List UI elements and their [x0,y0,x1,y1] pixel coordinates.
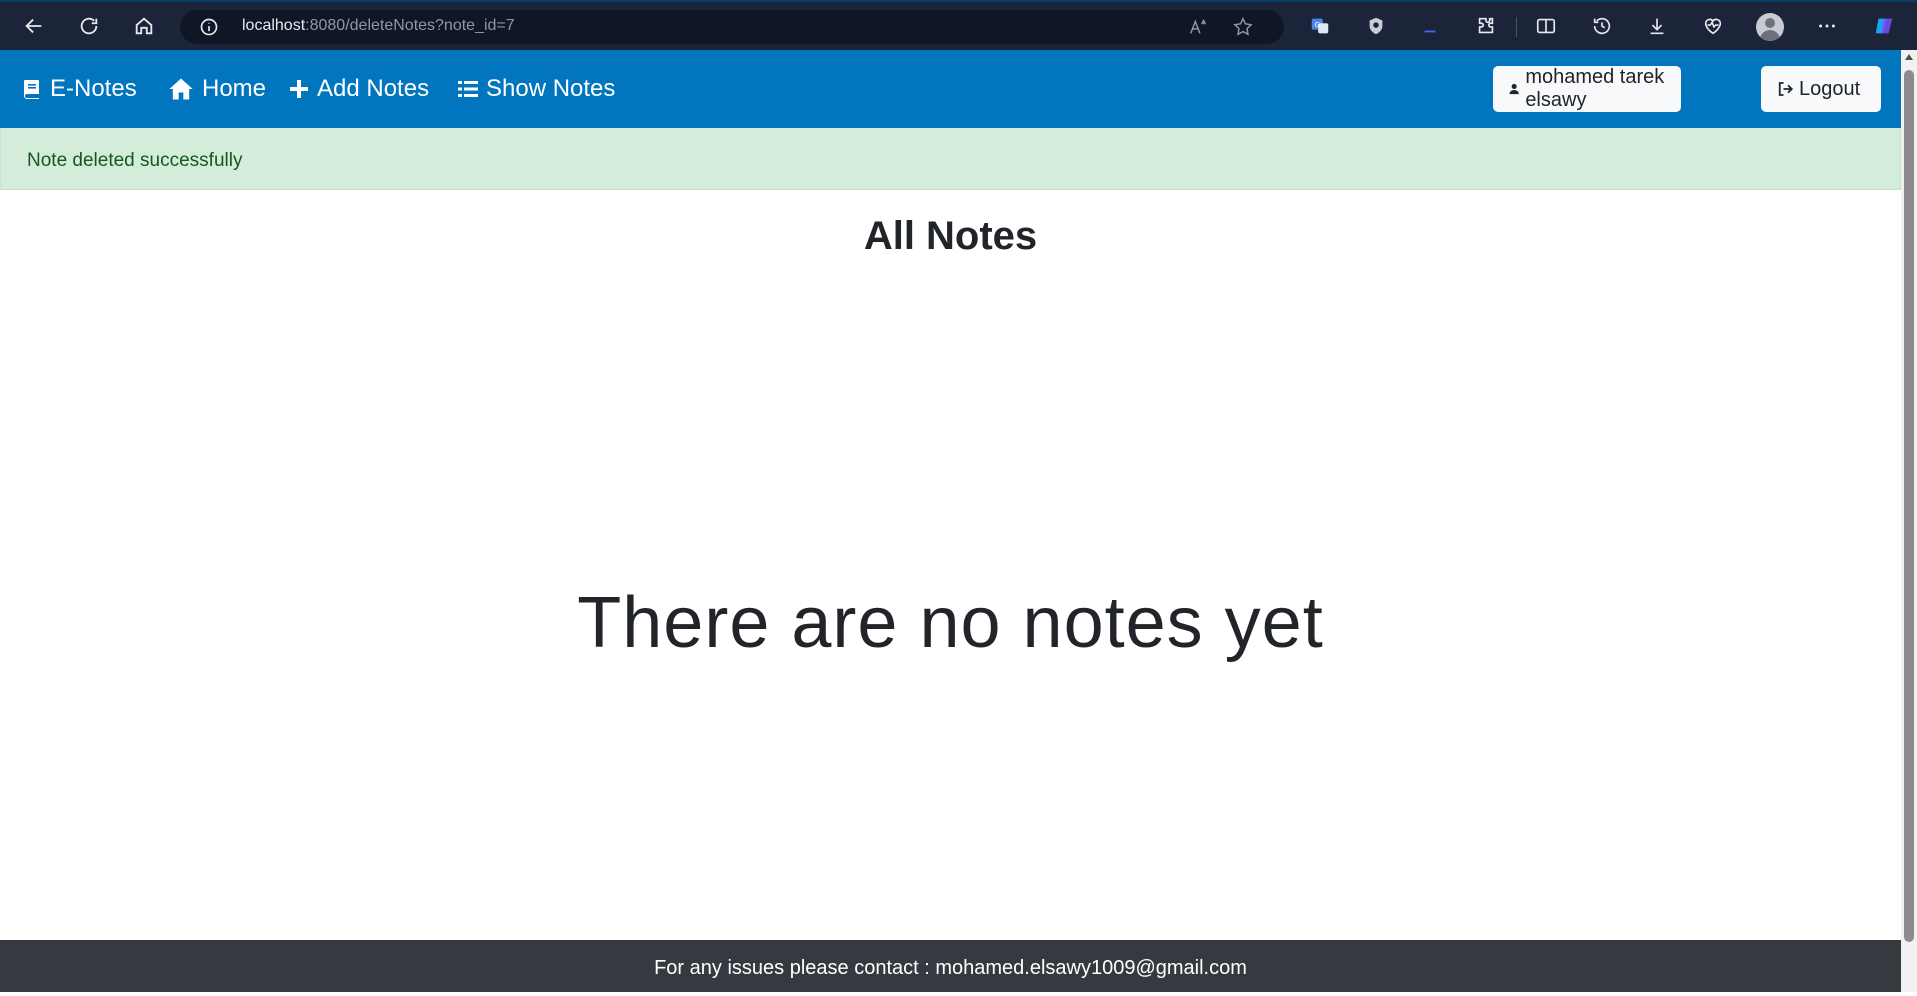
extensions-icon[interactable] [1470,10,1502,42]
page-scrollbar[interactable] [1901,50,1917,992]
site-info-icon[interactable] [199,17,219,37]
profile-avatar-icon[interactable] [1756,13,1784,41]
user-icon [1509,83,1519,95]
url-text[interactable]: localhost:8080/deleteNotes?note_id=7 [242,17,515,35]
favorite-star-icon[interactable] [1232,16,1254,38]
downloads-icon[interactable] [1641,10,1673,42]
brand-label: E-Notes [50,75,137,102]
navbar: E-Notes Home Add Notes Show Notes mohame… [0,50,1901,128]
sign-out-icon [1778,82,1794,96]
empty-notes-message: There are no notes yet [577,583,1324,663]
scroll-up-arrow-icon[interactable] [1905,54,1913,60]
logout-button[interactable]: Logout [1761,66,1881,112]
footer: For any issues please contact : mohamed.… [0,940,1901,992]
alert-message: Note deleted successfully [27,150,243,171]
book-icon [24,80,39,99]
nav-link-home[interactable]: Home [166,50,266,128]
svg-text:G: G [1315,20,1321,29]
toolbar-separator [1516,17,1517,37]
list-icon [458,81,478,97]
more-options-icon[interactable] [1811,10,1843,42]
logout-label: Logout [1799,77,1861,100]
success-alert: Note deleted successfully [0,128,1901,190]
back-icon[interactable] [18,10,50,42]
home-icon [169,78,193,100]
browser-toolbar: localhost:8080/deleteNotes?note_id=7 G [0,0,1917,50]
nav-link-label: Add Notes [317,75,430,102]
read-aloud-icon[interactable] [1188,16,1210,38]
shield-extension-icon[interactable] [1360,10,1392,42]
history-icon[interactable] [1586,10,1618,42]
address-bar[interactable]: localhost:8080/deleteNotes?note_id=7 [180,10,1284,44]
browser-essentials-icon[interactable] [1697,10,1729,42]
copilot-icon[interactable] [1868,10,1900,42]
scrollbar-thumb[interactable] [1904,70,1914,942]
brand-link[interactable]: E-Notes [20,50,137,128]
user-button[interactable]: mohamed tarek elsawy [1493,66,1681,112]
refresh-icon[interactable] [73,10,105,42]
split-screen-icon[interactable] [1530,10,1562,42]
nav-link-add-notes[interactable]: Add Notes [287,50,429,128]
nav-link-label: Home [202,75,267,102]
translate-extension-icon[interactable]: G [1304,10,1336,42]
minimized-extension-icon[interactable] [1414,10,1446,42]
user-label: mohamed tarek elsawy [1525,66,1665,111]
home-icon[interactable] [128,10,160,42]
plus-icon [290,80,308,98]
page-title: All Notes [863,214,1038,258]
footer-contact-text: For any issues please contact : mohamed.… [654,957,1247,979]
nav-link-show-notes[interactable]: Show Notes [456,50,615,128]
nav-link-label: Show Notes [486,75,616,102]
